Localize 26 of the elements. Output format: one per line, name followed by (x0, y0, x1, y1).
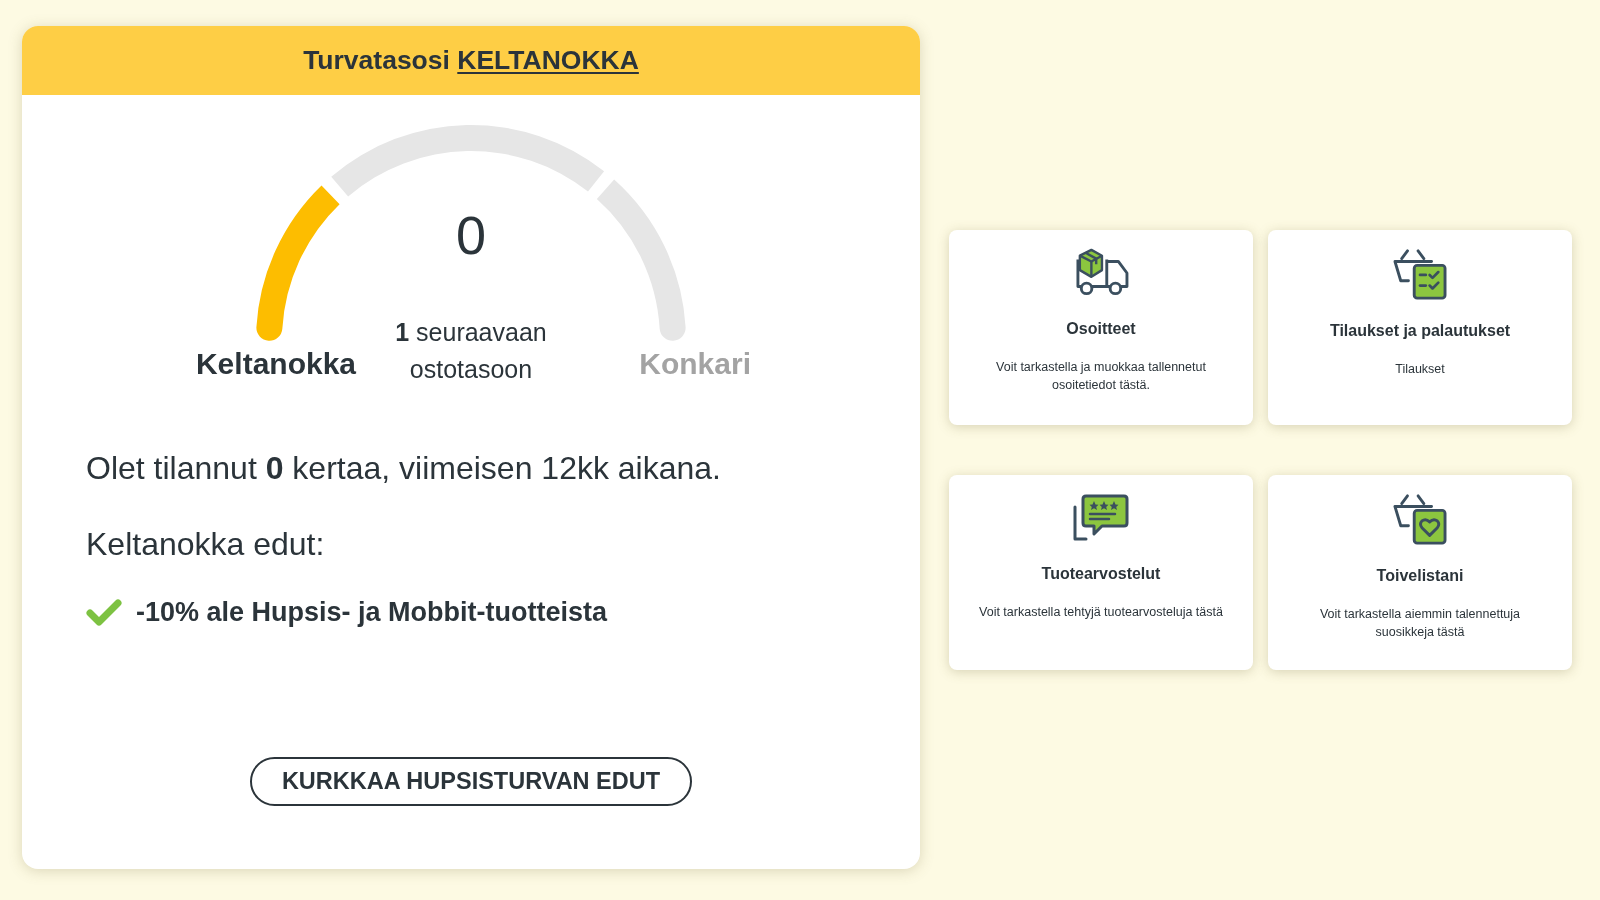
benefits-button[interactable]: KURKKAA HUPSISTURVAN EDUT (249, 757, 693, 806)
shortcut-title: Tilaukset ja palautukset (1329, 321, 1511, 341)
check-icon (86, 598, 122, 626)
level-title: Turvatasosi KELTANOKKA (303, 45, 639, 76)
shortcut-card[interactable]: Osoitteet Voit tarkastella ja muokkaa tallennetut osoitetiedot tästä. (949, 230, 1253, 425)
shortcut-description: Voit tarkastella tehtyjä tuotearvosteluja tästä (979, 604, 1223, 621)
next-level-label: Konkari (639, 347, 751, 382)
order-count: 0 (455, 204, 486, 267)
shortcut-card[interactable]: Tuotearvostelut Voit tarkastella tehtyjä tuotearvosteluja tästä (949, 475, 1253, 670)
order-summary: Olet tilannut 0 kertaa, viimeisen 12kk aikana. (86, 449, 722, 488)
shortcut-description: Voit tarkastella ja muokkaa tallennetut osoitetiedot tästä. (995, 359, 1207, 394)
shortcut-card[interactable]: Tilaukset ja palautukset Tilaukset (1268, 230, 1572, 425)
shortcut-description: Tilaukset (1395, 361, 1445, 378)
basket-checklist-icon (1391, 248, 1449, 300)
speech-bubble-stars-icon (1071, 493, 1131, 543)
shortcut-card[interactable]: Toivelistani Voit tarkastella aiemmin talennettuja suosikkeja tästä (1268, 475, 1572, 670)
shortcut-description: Voit tarkastella aiemmin talennettuja suosikkeja tästä (1318, 606, 1522, 641)
benefit-text: -10% ale Hupsis- ja Mobbit-tuotteista (136, 596, 608, 629)
level-link[interactable]: KELTANOKKA (457, 45, 639, 75)
current-level-label: Keltanokka (195, 347, 357, 382)
basket-heart-icon (1391, 493, 1449, 545)
next-level-hint: 1 seuraavaan ostotasoon (394, 317, 548, 385)
shortcut-title: Osoitteet (1066, 319, 1136, 339)
shortcut-title: Toivelistani (1376, 566, 1464, 586)
benefits-title: Keltanokka edut: (86, 525, 326, 564)
shortcut-title: Tuotearvostelut (1041, 564, 1161, 584)
